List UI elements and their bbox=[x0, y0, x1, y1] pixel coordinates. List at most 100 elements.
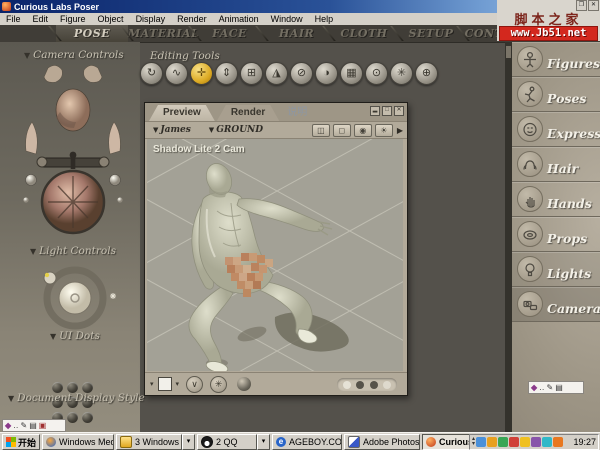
color-tool-button[interactable]: ◑ bbox=[315, 62, 338, 85]
rotate-tool-button[interactable]: ↻ bbox=[140, 62, 163, 85]
tab-pose[interactable]: POSE bbox=[56, 25, 128, 42]
camera-dot-small-left[interactable] bbox=[23, 197, 28, 202]
ime-dots-icon[interactable]: ‥ bbox=[13, 421, 18, 431]
ime-pen-icon[interactable]: ✎ bbox=[547, 383, 554, 393]
taskbar-button-media-player[interactable]: Windows Medi... bbox=[42, 434, 114, 450]
preview-tab[interactable]: Preview bbox=[149, 105, 215, 121]
library-item-hair[interactable]: Hair bbox=[512, 147, 600, 182]
tracking-dot-1[interactable] bbox=[343, 381, 351, 389]
ui-dot[interactable] bbox=[67, 412, 78, 423]
group-expand-arrow-icon[interactable]: ▾ bbox=[257, 434, 270, 450]
camera-dot-small-right[interactable] bbox=[117, 197, 122, 202]
camera-controls-widget[interactable] bbox=[18, 60, 128, 240]
ime-toolbar-left[interactable]: ◆ ‥ ✎ ▤ ▣ bbox=[2, 419, 66, 432]
menu-object[interactable]: Object bbox=[92, 13, 130, 25]
library-item-props[interactable]: Props bbox=[512, 217, 600, 252]
camera-preset-icon-2[interactable]: ◻ bbox=[333, 124, 351, 137]
doc-close-icon[interactable]: ✕ bbox=[394, 106, 404, 116]
render-tab[interactable]: Render bbox=[217, 105, 279, 121]
tray-icon-6[interactable] bbox=[531, 437, 541, 447]
scale-tool-button[interactable]: ⊞ bbox=[240, 62, 263, 85]
tab-material[interactable]: MATERIAL bbox=[128, 25, 196, 42]
menu-help[interactable]: Help bbox=[309, 13, 340, 25]
menu-file[interactable]: File bbox=[0, 13, 27, 25]
view-magnifier-tool-button[interactable]: ⊙ bbox=[365, 62, 388, 85]
doc-minimize-icon[interactable]: ▂ bbox=[370, 106, 380, 116]
collapse-arrow-icon[interactable]: ▼ bbox=[30, 247, 36, 256]
direct-manipulation-tool-button[interactable]: ⊕ bbox=[415, 62, 438, 85]
taper-tool-button[interactable]: ◮ bbox=[265, 62, 288, 85]
tracking-dot-3[interactable] bbox=[370, 381, 378, 389]
tray-icon-2[interactable] bbox=[487, 437, 497, 447]
element-select-menu[interactable]: ▼GROUND bbox=[209, 125, 263, 135]
tray-spinner-icon[interactable]: ▴▾ bbox=[472, 437, 475, 447]
tray-icon-4[interactable] bbox=[509, 437, 519, 447]
preview-viewport[interactable]: Shadow Lite 2 Cam bbox=[147, 139, 403, 371]
library-item-figures[interactable]: Figures bbox=[512, 42, 600, 77]
taskbar-button-qq[interactable]: 2 QQ bbox=[197, 434, 257, 450]
tray-icon-7[interactable] bbox=[542, 437, 552, 447]
camera-hand-top-right[interactable] bbox=[84, 65, 102, 82]
ime-keyboard-icon[interactable]: ▤ bbox=[555, 383, 563, 393]
camera-hand-right[interactable] bbox=[109, 122, 121, 154]
ime-settings-icon[interactable]: ▣ bbox=[39, 421, 47, 431]
tracking-mode-button[interactable]: ✳ bbox=[210, 376, 227, 393]
library-item-expression[interactable]: Expression bbox=[512, 112, 600, 147]
tray-icon-8[interactable] bbox=[553, 437, 563, 447]
light-sphere[interactable] bbox=[59, 282, 91, 314]
divider-handle[interactable] bbox=[506, 46, 511, 58]
translate-inout-tool-button[interactable]: ⇕ bbox=[215, 62, 238, 85]
ime-keyboard-icon[interactable]: ▤ bbox=[29, 421, 37, 431]
tray-icon-1[interactable] bbox=[476, 437, 486, 447]
camera-preset-icon-3[interactable]: ◉ bbox=[354, 124, 372, 137]
tab-face[interactable]: FACE bbox=[196, 25, 263, 42]
menu-animation[interactable]: Animation bbox=[213, 13, 265, 25]
camera-select-dot-right[interactable] bbox=[110, 175, 121, 186]
start-button[interactable]: 开始 bbox=[2, 434, 40, 450]
chevron-down-icon[interactable]: ▾ bbox=[150, 380, 154, 388]
library-item-poses[interactable]: Poses bbox=[512, 77, 600, 112]
camera-hand-left[interactable] bbox=[26, 122, 38, 154]
tracking-dot-2[interactable] bbox=[356, 381, 364, 389]
camera-hand-top-left[interactable] bbox=[44, 65, 62, 82]
library-item-cameras[interactable]: Cameras bbox=[512, 287, 600, 322]
collapse-arrow-icon[interactable]: ▼ bbox=[8, 394, 14, 403]
ime-input-mode-icon[interactable]: ◆ bbox=[5, 421, 11, 431]
tab-cloth[interactable]: CLOTH bbox=[330, 25, 398, 42]
chevron-down-icon[interactable]: ▾ bbox=[176, 380, 180, 388]
background-color-swatch[interactable] bbox=[158, 377, 172, 391]
menu-edit[interactable]: Edit bbox=[27, 13, 55, 25]
library-item-lights[interactable]: Lights bbox=[512, 252, 600, 287]
taskbar-button-photoshop[interactable]: Adobe Photoshop bbox=[344, 434, 420, 450]
tracking-dots-control[interactable] bbox=[337, 378, 397, 391]
collapse-arrow-icon[interactable]: ▼ bbox=[50, 332, 56, 341]
tracking-dot-4[interactable] bbox=[383, 381, 391, 389]
menu-display[interactable]: Display bbox=[130, 13, 172, 25]
camera-select-dot-left[interactable] bbox=[26, 175, 37, 186]
doc-maximize-icon[interactable]: □ bbox=[382, 106, 392, 116]
light-controls-widget[interactable] bbox=[30, 260, 120, 332]
ime-pen-icon[interactable]: ✎ bbox=[21, 421, 28, 431]
figure-select-menu[interactable]: ▼James bbox=[153, 125, 191, 135]
tray-icon-5[interactable] bbox=[520, 437, 530, 447]
group-expand-arrow-icon[interactable]: ▾ bbox=[182, 434, 195, 450]
taskbar-button-ageboy[interactable]: e AGEBOY.COM bbox=[272, 434, 342, 450]
camera-preset-icon-1[interactable]: ◫ bbox=[312, 124, 330, 137]
ime-input-mode-icon[interactable]: ◆ bbox=[531, 383, 537, 393]
camera-preset-icon-4[interactable]: ☀ bbox=[375, 124, 393, 137]
next-arrow-icon[interactable]: ▶ bbox=[397, 126, 403, 135]
taskbar-button-explorer[interactable]: 3 Windows E... bbox=[116, 434, 182, 450]
depth-cue-sphere-button[interactable] bbox=[237, 377, 251, 391]
menu-figure[interactable]: Figure bbox=[54, 13, 92, 25]
display-style-selector-button[interactable]: ∨ bbox=[186, 376, 203, 393]
menu-render[interactable]: Render bbox=[171, 13, 213, 25]
grouping-tool-button[interactable]: ▦ bbox=[340, 62, 363, 85]
chain-break-tool-button[interactable]: ⊘ bbox=[290, 62, 313, 85]
library-divider-strip[interactable] bbox=[505, 42, 512, 432]
library-item-hands[interactable]: Hands bbox=[512, 182, 600, 217]
ime-toolbar-right[interactable]: ◆ ‥ ✎ ▤ bbox=[528, 381, 584, 394]
collapse-arrow-icon[interactable]: ▼ bbox=[24, 51, 30, 60]
menu-window[interactable]: Window bbox=[265, 13, 309, 25]
tab-hair[interactable]: HAIR bbox=[263, 25, 330, 42]
tray-icon-3[interactable] bbox=[498, 437, 508, 447]
